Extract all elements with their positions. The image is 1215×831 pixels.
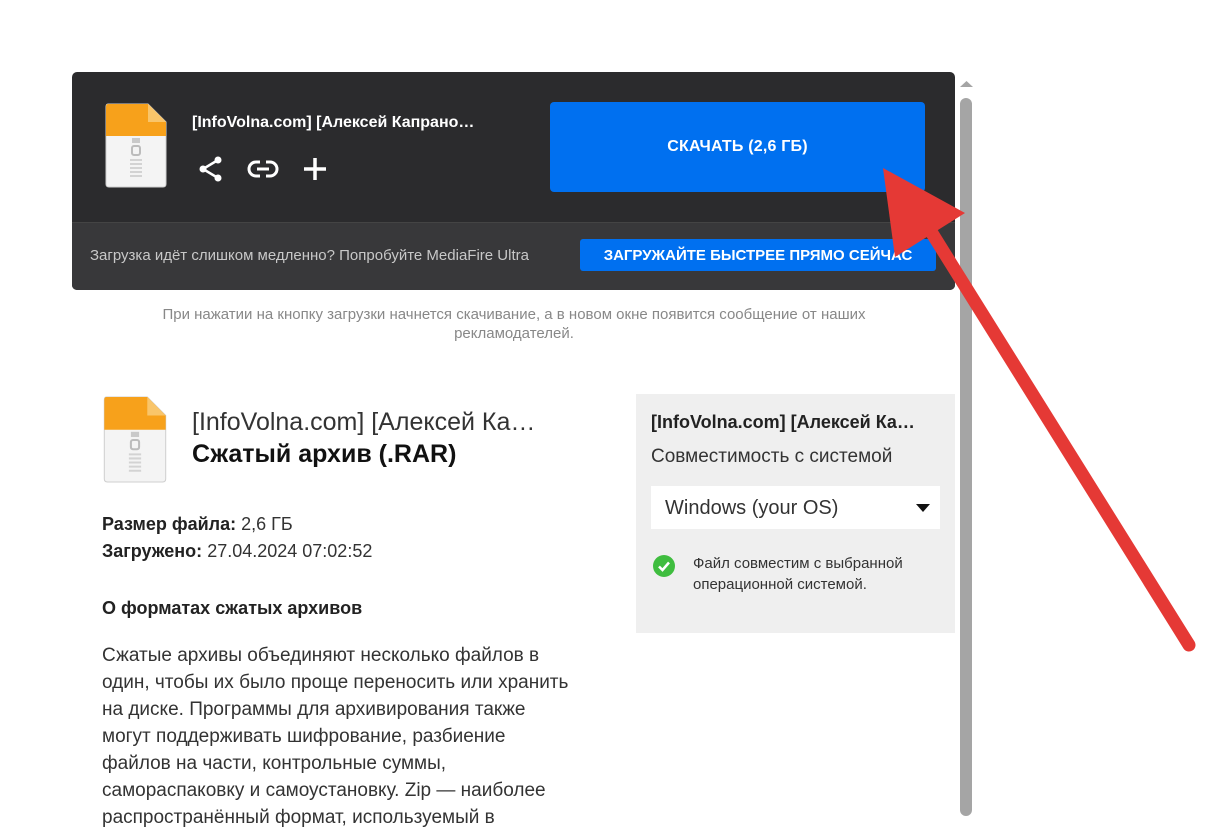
os-selected-value: Windows (your OS) — [665, 497, 839, 519]
file-size-value: 2,6 ГБ — [241, 514, 293, 534]
compat-file-name: [InfoVolna.com] [Алексей Ка… — [651, 412, 915, 432]
download-card: [InfoVolna.com] [Алексей Капрано… СКАЧАТ… — [72, 72, 955, 290]
compat-label: Совместимость с системой — [651, 446, 893, 467]
plus-icon[interactable] — [298, 152, 332, 186]
archive-file-icon — [104, 102, 168, 188]
file-actions — [194, 152, 332, 186]
share-icon[interactable] — [194, 152, 228, 186]
compatibility-panel: [InfoVolna.com] [Алексей Ка… Совместимос… — [636, 394, 955, 633]
file-size-row: Размер файла: 2,6 ГБ — [102, 514, 293, 535]
scrollbar-thumb[interactable] — [960, 98, 972, 816]
ultra-upgrade-button[interactable]: ЗАГРУЖАЙТЕ БЫСТРЕЕ ПРЯМО СЕЙЧАС — [580, 239, 936, 271]
download-file-name: [InfoVolna.com] [Алексей Капрано… — [192, 114, 475, 131]
file-type-heading: Сжатый архив (.RAR) — [192, 440, 457, 468]
ultra-promo-text: Загрузка идёт слишком медленно? Попробуй… — [90, 247, 529, 264]
file-name-heading: [InfoVolna.com] [Алексей Ка… — [192, 408, 536, 436]
download-card-top: [InfoVolna.com] [Алексей Капрано… СКАЧАТ… — [72, 72, 955, 222]
scroll-up-arrow-icon[interactable] — [958, 79, 975, 89]
uploaded-row: Загружено: 27.04.2024 07:02:52 — [102, 541, 372, 562]
uploaded-label: Загружено: — [102, 541, 203, 561]
download-notice: При нажатии на кнопку загрузки начнется … — [162, 306, 866, 342]
os-select[interactable]: Windows (your OS) — [651, 486, 940, 529]
link-icon[interactable] — [246, 152, 280, 186]
chevron-down-icon — [916, 504, 930, 512]
compat-status-text: Файл совместим с выбранной операционной … — [693, 555, 903, 593]
file-size-label: Размер файла: — [102, 514, 237, 534]
about-formats-title: О форматах сжатых архивов — [102, 598, 363, 618]
download-button[interactable]: СКАЧАТЬ (2,6 ГБ) — [550, 102, 925, 192]
check-circle-icon — [653, 555, 675, 577]
archive-file-icon-large — [102, 395, 168, 483]
uploaded-value: 27.04.2024 07:02:52 — [207, 541, 373, 561]
about-formats-text: Сжатые архивы объединяют несколько файло… — [102, 645, 569, 828]
ultra-promo-bar: Загрузка идёт слишком медленно? Попробуй… — [72, 222, 955, 290]
